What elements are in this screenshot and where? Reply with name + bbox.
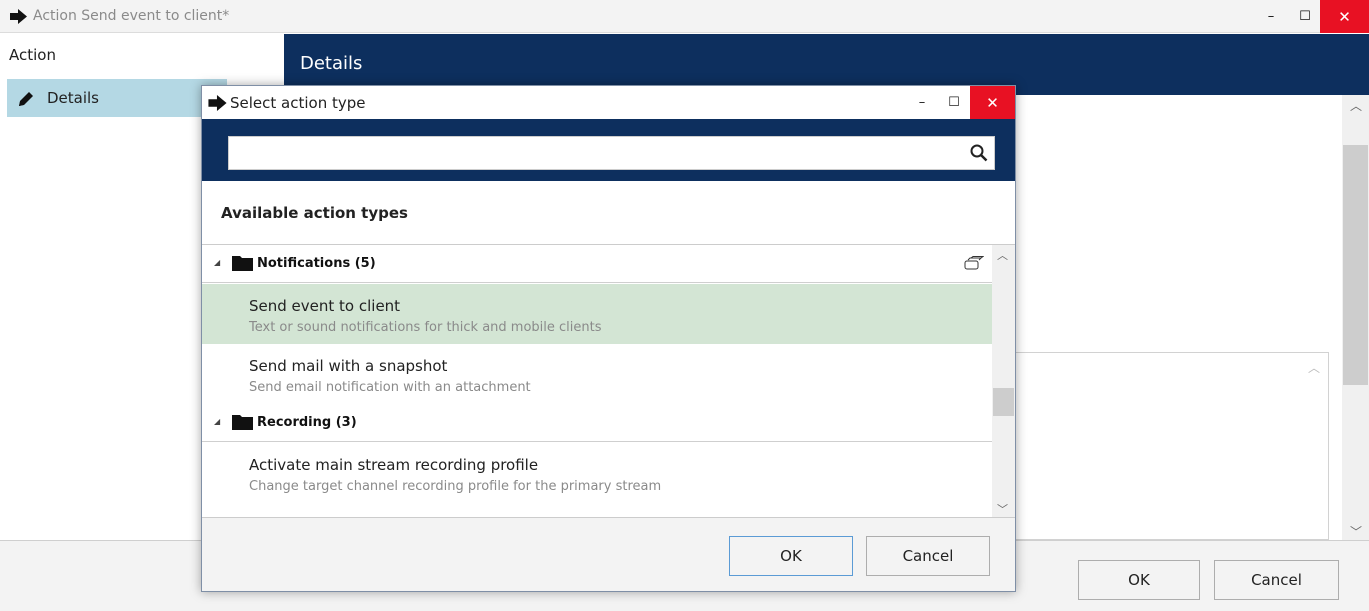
minimize-button[interactable]: – [1254,0,1288,33]
sidebar-item-label: Details [47,89,100,107]
select-action-type-dialog: Select action type – ☐ ✕ Available actio… [201,85,1016,592]
dialog-maximize-button[interactable]: ☐ [938,86,970,119]
main-window-title: Action Send event to client* [33,8,230,24]
collapse-triangle-icon[interactable]: ◢ [214,258,220,267]
dialog-footer: OK Cancel [202,518,1015,591]
dialog-cancel-button[interactable]: Cancel [866,536,990,576]
scroll-up-icon[interactable]: ︿ [1350,97,1362,114]
maximize-button[interactable]: ☐ [1288,0,1322,33]
scroll-down-icon[interactable]: ﹀ [1350,523,1362,540]
dialog-close-button[interactable]: ✕ [970,86,1015,119]
scrollbar-thumb[interactable] [1343,145,1368,385]
scroll-down-icon[interactable]: ﹀ [997,501,1008,517]
item-name: Send event to client [249,297,401,315]
scroll-up-icon[interactable]: ︿ [1308,359,1320,376]
item-description: Send email notification with an attachme… [249,380,531,395]
collapse-all-icon[interactable] [964,256,984,270]
group-notifications[interactable]: ◢ Notifications (5) [202,245,992,283]
group-label: Notifications (5) [257,256,376,271]
main-scrollbar[interactable]: ︿ ﹀ [1342,95,1369,540]
description-box[interactable]: ︿ [1016,352,1329,540]
list-item-activate-main-stream-recording-profile[interactable]: Activate main stream recording profile C… [202,443,992,503]
action-type-list: ◢ Notifications (5) Send event to client… [202,244,1015,518]
dialog-ok-button[interactable]: OK [729,536,853,576]
search-icon[interactable] [970,144,988,162]
arrow-right-icon [10,9,27,24]
group-recording[interactable]: ◢ Recording (3) [202,404,992,442]
list-item-send-mail-with-snapshot[interactable]: Send mail with a snapshot Send email not… [202,344,992,404]
main-titlebar: Action Send event to client* – ☐ ✕ [0,0,1369,33]
item-description: Change target channel recording profile … [249,479,662,494]
list-item-send-event-to-client[interactable]: Send event to client Text or sound notif… [202,284,992,344]
left-pane-header: Action [0,34,284,78]
search-box[interactable] [228,136,995,170]
scroll-up-icon[interactable]: ︿ [997,247,1008,263]
dialog-title: Select action type [230,94,366,112]
item-description: Text or sound notifications for thick an… [249,320,602,335]
scrollbar-thumb[interactable] [993,388,1014,416]
pencil-icon [19,92,33,106]
folder-icon [232,256,253,271]
item-name: Send mail with a snapshot [249,357,448,375]
group-label: Recording (3) [257,415,357,430]
cancel-button[interactable]: Cancel [1214,560,1339,600]
dialog-search-bar [202,119,1015,181]
ok-button[interactable]: OK [1078,560,1200,600]
dialog-minimize-button[interactable]: – [906,86,938,119]
item-name: Activate main stream recording profile [249,456,539,474]
folder-icon [232,415,253,430]
list-scrollbar[interactable]: ︿ ﹀ [992,245,1015,517]
sidebar-item-details[interactable]: Details [7,79,227,117]
search-input[interactable] [229,137,959,169]
dialog-titlebar: Select action type – ☐ ✕ [202,86,1015,119]
collapse-triangle-icon[interactable]: ◢ [214,417,220,426]
close-button[interactable]: ✕ [1320,0,1369,33]
details-title: Details [300,53,363,74]
left-pane-title: Action [9,46,56,64]
available-action-types-label: Available action types [221,204,408,222]
arrow-right-icon [208,95,227,111]
